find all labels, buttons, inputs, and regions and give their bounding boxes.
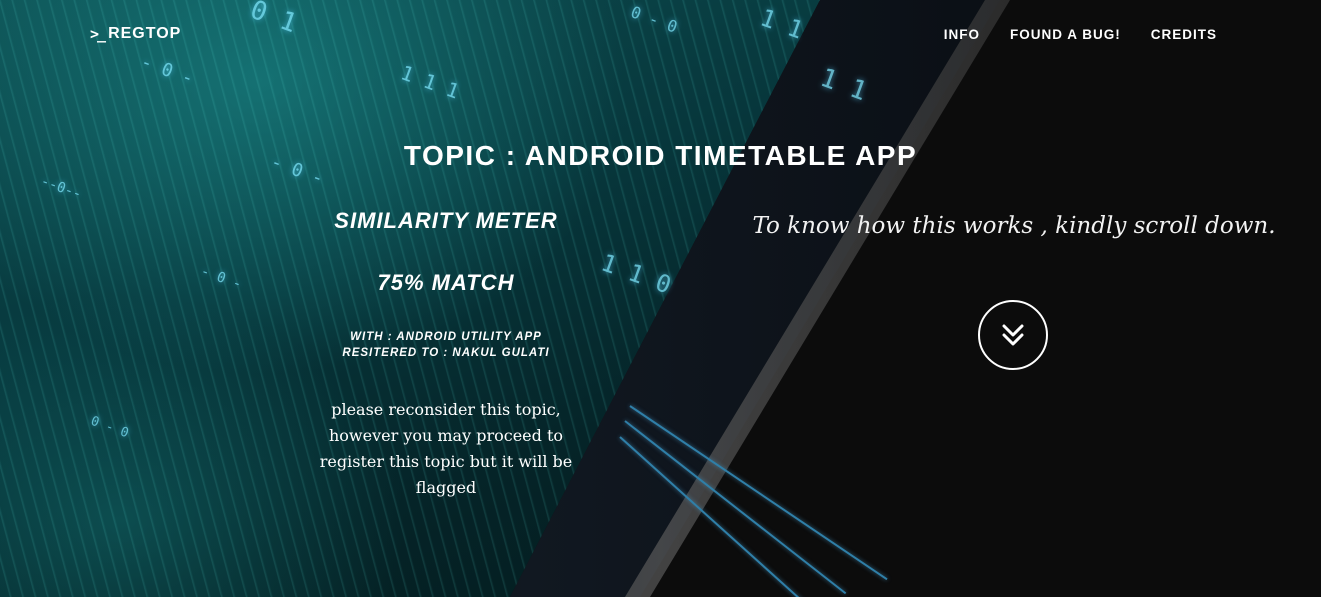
- similarity-meter-title: SIMILARITY METER: [334, 208, 558, 233]
- registered-to-line: RESITERED TO : NAKUL GULATI: [342, 347, 550, 359]
- matched-topic-line: WITH : ANDROID UTILITY APP: [350, 331, 542, 343]
- brand-logo[interactable]: >_ REGTOP: [90, 25, 181, 43]
- nav-link-info[interactable]: INFO: [944, 27, 980, 42]
- nav-link-found-a-bug[interactable]: FOUND A BUG!: [1010, 27, 1121, 42]
- nav-link-credits[interactable]: CREDITS: [1151, 27, 1217, 42]
- terminal-prompt-icon: >_: [90, 25, 106, 43]
- page: 0 1 - 0 - 1 1 1 - 0 - 0 - 0 1 1 1 1 1 1 …: [0, 0, 1321, 597]
- topic-title: TOPIC : ANDROID TIMETABLE APP: [403, 140, 918, 171]
- scroll-note: To know how this works , kindly scroll d…: [752, 213, 1276, 239]
- double-chevron-down-icon: [1002, 324, 1024, 346]
- match-percentage: 75% MATCH: [377, 270, 515, 295]
- warning-message: please reconsider this topic, however yo…: [319, 400, 573, 497]
- nav-links: INFO FOUND A BUG! CREDITS: [944, 27, 1217, 42]
- top-nav: >_ REGTOP INFO FOUND A BUG! CREDITS: [0, 0, 1321, 70]
- brand-name: REGTOP: [108, 25, 182, 42]
- scroll-down-button[interactable]: [978, 300, 1048, 370]
